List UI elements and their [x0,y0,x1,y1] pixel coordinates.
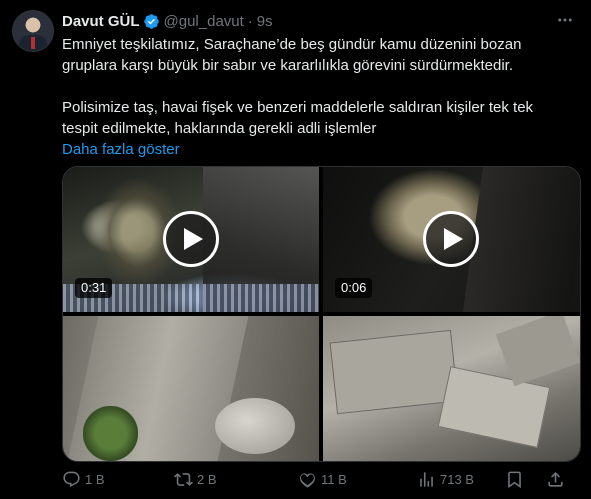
thumbnail-stone-turban [215,398,295,454]
bookmark-icon [508,471,521,488]
author-handle[interactable]: @gul_davut [164,13,244,30]
photo-thumbnail-2[interactable] [323,316,580,461]
retweet-icon [174,472,193,486]
tweet-paragraph-2: Polisimize taş, havai fişek ve benzeri m… [62,99,534,137]
views-icon [420,471,433,487]
reply-count: 1 B [85,471,105,487]
share-button[interactable] [546,470,565,489]
more-icon[interactable] [553,10,577,30]
tweet-paragraph-1: Emniyet teşkilatımız, Saraçhane’de beş g… [62,36,522,74]
thumbnail-stone-block [329,329,459,415]
retweet-button[interactable]: 2 B [174,470,217,489]
share-icon [548,471,563,487]
like-button[interactable]: 11 B [298,470,347,489]
separator-dot: · [247,12,253,30]
views-count: 713 B [440,471,474,487]
author-name[interactable]: Davut GÜL [62,13,140,30]
avatar-tie [31,37,35,49]
play-icon[interactable] [163,211,219,267]
like-icon [300,472,315,487]
tweet-text: Emniyet teşkilatımız, Saraçhane’de beş g… [62,34,567,160]
action-bar: 1 B 2 B 11 B 713 B [62,467,580,491]
show-more-link[interactable]: Daha fazla göster [62,139,567,160]
tweet-header: Davut GÜL @gul_davut · 9s [62,11,273,31]
photo-thumbnail-1[interactable] [63,316,319,461]
thumbnail-plant [83,406,138,461]
thumbnail-wall [462,167,580,312]
tweet: Davut GÜL @gul_davut · 9s Emniyet teşkil… [0,0,591,499]
views-button[interactable]: 713 B [417,470,474,489]
reply-button[interactable]: 1 B [62,470,105,489]
play-icon[interactable] [423,211,479,267]
media-grid: 0:31 0:06 [62,166,581,462]
like-count: 11 B [321,471,347,487]
video-duration-1: 0:31 [75,278,113,298]
retweet-count: 2 B [197,471,217,487]
video-duration-2: 0:06 [335,278,373,298]
reply-icon [63,471,80,487]
verified-icon [143,13,159,29]
tweet-time[interactable]: 9s [257,13,273,30]
bookmark-button[interactable] [505,470,524,489]
avatar[interactable] [12,10,54,52]
thumbnail-stone-block [495,316,580,387]
